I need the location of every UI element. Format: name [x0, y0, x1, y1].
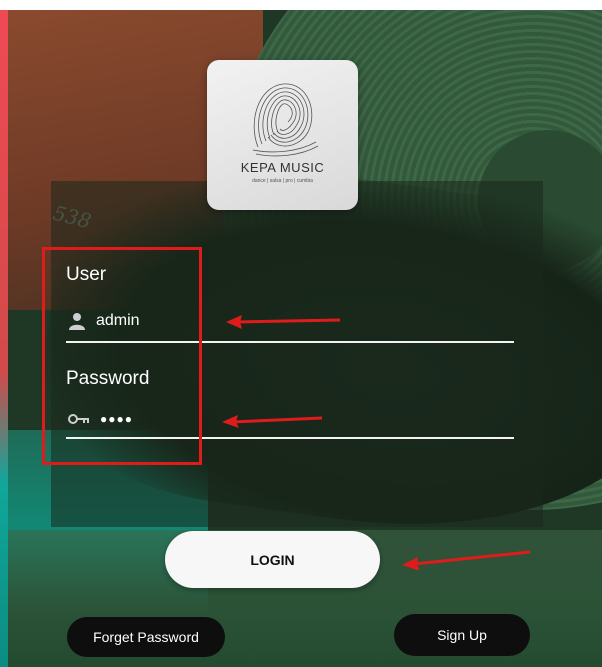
sign-up-button[interactable]: Sign Up	[394, 614, 530, 656]
annotation-highlight-box	[42, 247, 202, 465]
left-edge-stripe	[0, 10, 8, 667]
login-button[interactable]: LOGIN	[165, 531, 380, 588]
forget-password-button[interactable]: Forget Password	[67, 617, 225, 657]
annotation-arrow-login	[402, 550, 531, 570]
annotation-arrow-user	[226, 315, 341, 329]
logo-emblem-icon	[252, 83, 318, 157]
kepa-music-logo: KEPA MUSIC dance | salsa | pro | cumbia	[207, 60, 358, 210]
annotation-arrow-password	[222, 415, 323, 428]
logo-tagline: dance | salsa | pro | cumbia	[252, 178, 313, 184]
logo-name: KEPA MUSIC	[240, 160, 325, 175]
